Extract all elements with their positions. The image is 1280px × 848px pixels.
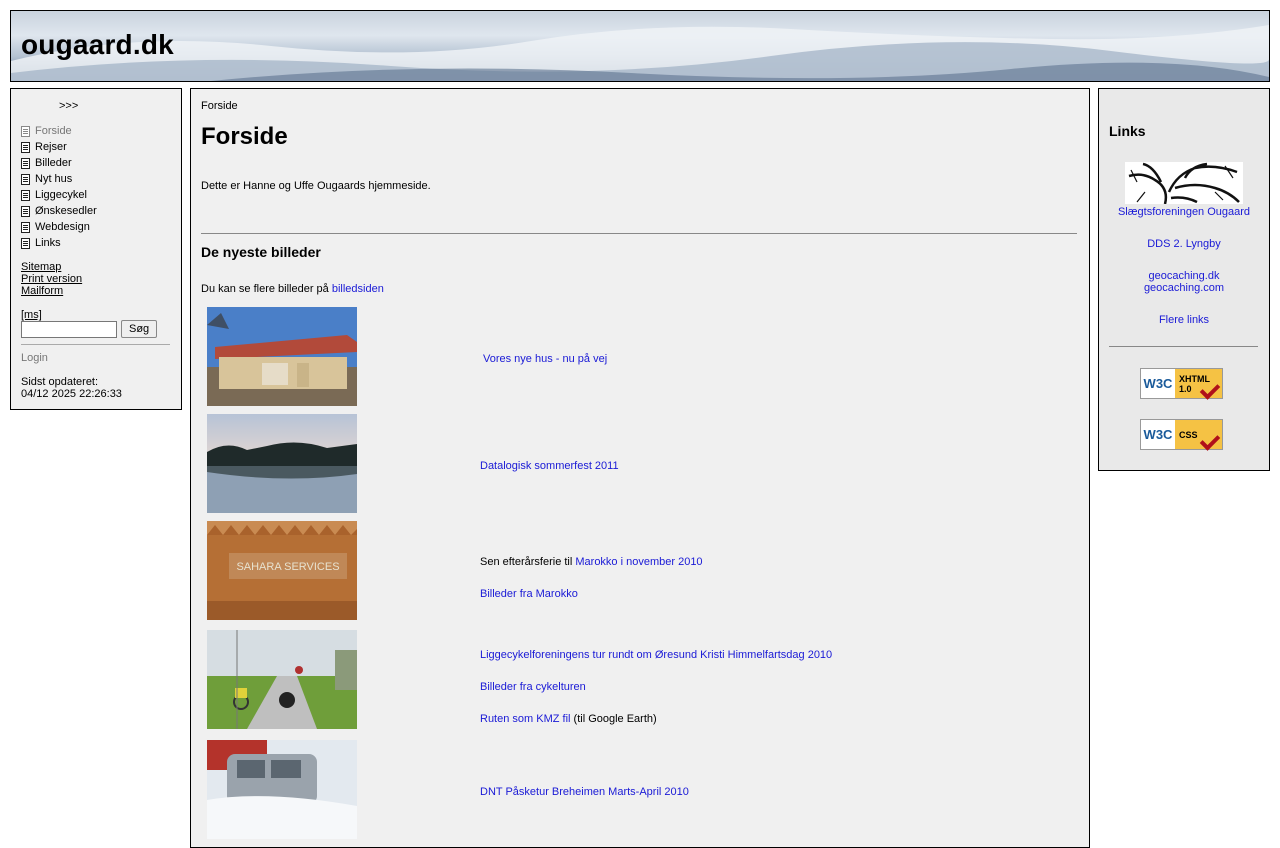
link-slaegtsforeningen[interactable]: Slægtsforeningen Ougaard: [1099, 206, 1269, 218]
mailform-link[interactable]: Mailform: [21, 285, 82, 297]
divider: [1109, 346, 1258, 347]
main-content: Forside Forside Dette er Hanne og Uffe O…: [190, 88, 1090, 848]
checkmark-icon: [1199, 430, 1221, 451]
section-title: De nyeste billeder: [201, 244, 321, 260]
search-button[interactable]: Søg: [121, 320, 158, 338]
sign-text: SAHARA SERVICES: [236, 561, 339, 573]
login-link[interactable]: Login: [21, 352, 48, 364]
menu-item-nyt-hus[interactable]: Nyt hus: [21, 171, 97, 187]
menu-label: Links: [35, 237, 61, 249]
snow-trip-photo[interactable]: [207, 740, 357, 839]
page-title: Forside: [201, 123, 288, 150]
recumbent-bike-photo[interactable]: [207, 630, 357, 729]
last-updated-label: Sidst opdateret:: [21, 376, 99, 388]
breadcrumb: Forside: [201, 100, 238, 112]
search-form: Søg: [21, 320, 158, 338]
right-sidebar: Links Slægtsforeningen Ougaard DDS 2. Ly…: [1098, 88, 1270, 471]
w3c-css-badge[interactable]: W3C CSS: [1140, 419, 1223, 451]
page-icon: [21, 125, 30, 137]
house-photo[interactable]: [207, 307, 357, 406]
entry-link[interactable]: Liggecykelforeningens tur rundt om Øresu…: [480, 649, 832, 661]
page-icon: [21, 221, 30, 233]
link-geocaching-dk[interactable]: geocaching.dk: [1099, 270, 1269, 282]
menu-label: Nyt hus: [35, 173, 73, 185]
menu-item-forside[interactable]: Forside: [21, 123, 97, 139]
links-title: Links: [1109, 123, 1146, 139]
link-geocaching-com[interactable]: geocaching.com: [1099, 282, 1269, 294]
entry-link[interactable]: Billeder fra cykelturen: [480, 681, 586, 693]
lake-photo[interactable]: [207, 414, 357, 513]
left-sidebar: >>> Forside Rejser Billeder Nyt hus Ligg…: [10, 88, 182, 410]
badge-kind: CSS: [1179, 429, 1198, 440]
entry-suffix: (til Google Earth): [570, 713, 657, 725]
header-mountain-image: [11, 25, 1269, 81]
menu-item-liggecykel[interactable]: Liggecykel: [21, 187, 97, 203]
page-icon: [21, 173, 30, 185]
intro-text: Dette er Hanne og Uffe Ougaards hjemmesi…: [201, 180, 431, 192]
main-menu: Forside Rejser Billeder Nyt hus Liggecyk…: [21, 123, 97, 251]
link-more-links[interactable]: Flere links: [1099, 314, 1269, 326]
divider: [21, 344, 170, 345]
menu-label: Forside: [35, 125, 72, 137]
print-version-link[interactable]: Print version: [21, 273, 82, 285]
w3c-xhtml-badge[interactable]: W3C XHTML 1.0: [1140, 368, 1223, 400]
site-header: ougaard.dk: [10, 10, 1270, 82]
menu-item-onskesedler[interactable]: Ønskesedler: [21, 203, 97, 219]
utility-links: Sitemap Print version Mailform: [21, 261, 82, 297]
entry-link[interactable]: Datalogisk sommerfest 2011: [480, 460, 619, 472]
last-updated: Sidst opdateret: 04/12 2025 22:26:33: [21, 376, 122, 400]
page-icon: [21, 237, 30, 249]
page-icon: [21, 189, 30, 201]
link-dds-lyngby[interactable]: DDS 2. Lyngby: [1099, 238, 1269, 250]
menu-item-links[interactable]: Links: [21, 235, 97, 251]
w3c-logo: W3C: [1143, 376, 1173, 391]
entry-link[interactable]: Billeder fra Marokko: [480, 588, 578, 600]
entry-text: Sen efterårsferie til: [480, 556, 576, 568]
entry-link[interactable]: DNT Påsketur Breheimen Marts-April 2010: [480, 786, 689, 798]
entry-link[interactable]: Ruten som KMZ fil: [480, 713, 570, 725]
family-tree-logo[interactable]: [1125, 162, 1243, 204]
divider: [201, 233, 1077, 234]
sitemap-link[interactable]: Sitemap: [21, 261, 82, 273]
menu-item-billeder[interactable]: Billeder: [21, 155, 97, 171]
last-updated-value: 04/12 2025 22:26:33: [21, 388, 122, 400]
entry-link[interactable]: Marokko i november 2010: [575, 556, 702, 568]
page-icon: [21, 205, 30, 217]
menu-label: Liggecykel: [35, 189, 87, 201]
more-pictures-text: Du kan se flere billeder på billedsiden: [201, 283, 384, 295]
menu-label: Billeder: [35, 157, 72, 169]
entry-link[interactable]: Vores nye hus - nu på vej: [483, 353, 607, 365]
sahara-sign-photo[interactable]: SAHARA SERVICES: [207, 521, 357, 620]
menu-item-rejser[interactable]: Rejser: [21, 139, 97, 155]
menu-label: Ønskesedler: [35, 205, 97, 217]
gallery-link[interactable]: billedsiden: [332, 283, 384, 295]
menu-label: Rejser: [35, 141, 67, 153]
page-icon: [21, 141, 30, 153]
site-title[interactable]: ougaard.dk: [21, 29, 174, 61]
nav-toggle[interactable]: >>>: [59, 100, 78, 112]
page-icon: [21, 157, 30, 169]
w3c-logo: W3C: [1143, 427, 1173, 442]
menu-label: Webdesign: [35, 221, 90, 233]
more-prefix: Du kan se flere billeder på: [201, 283, 332, 295]
menu-item-webdesign[interactable]: Webdesign: [21, 219, 97, 235]
search-input[interactable]: [21, 320, 117, 338]
